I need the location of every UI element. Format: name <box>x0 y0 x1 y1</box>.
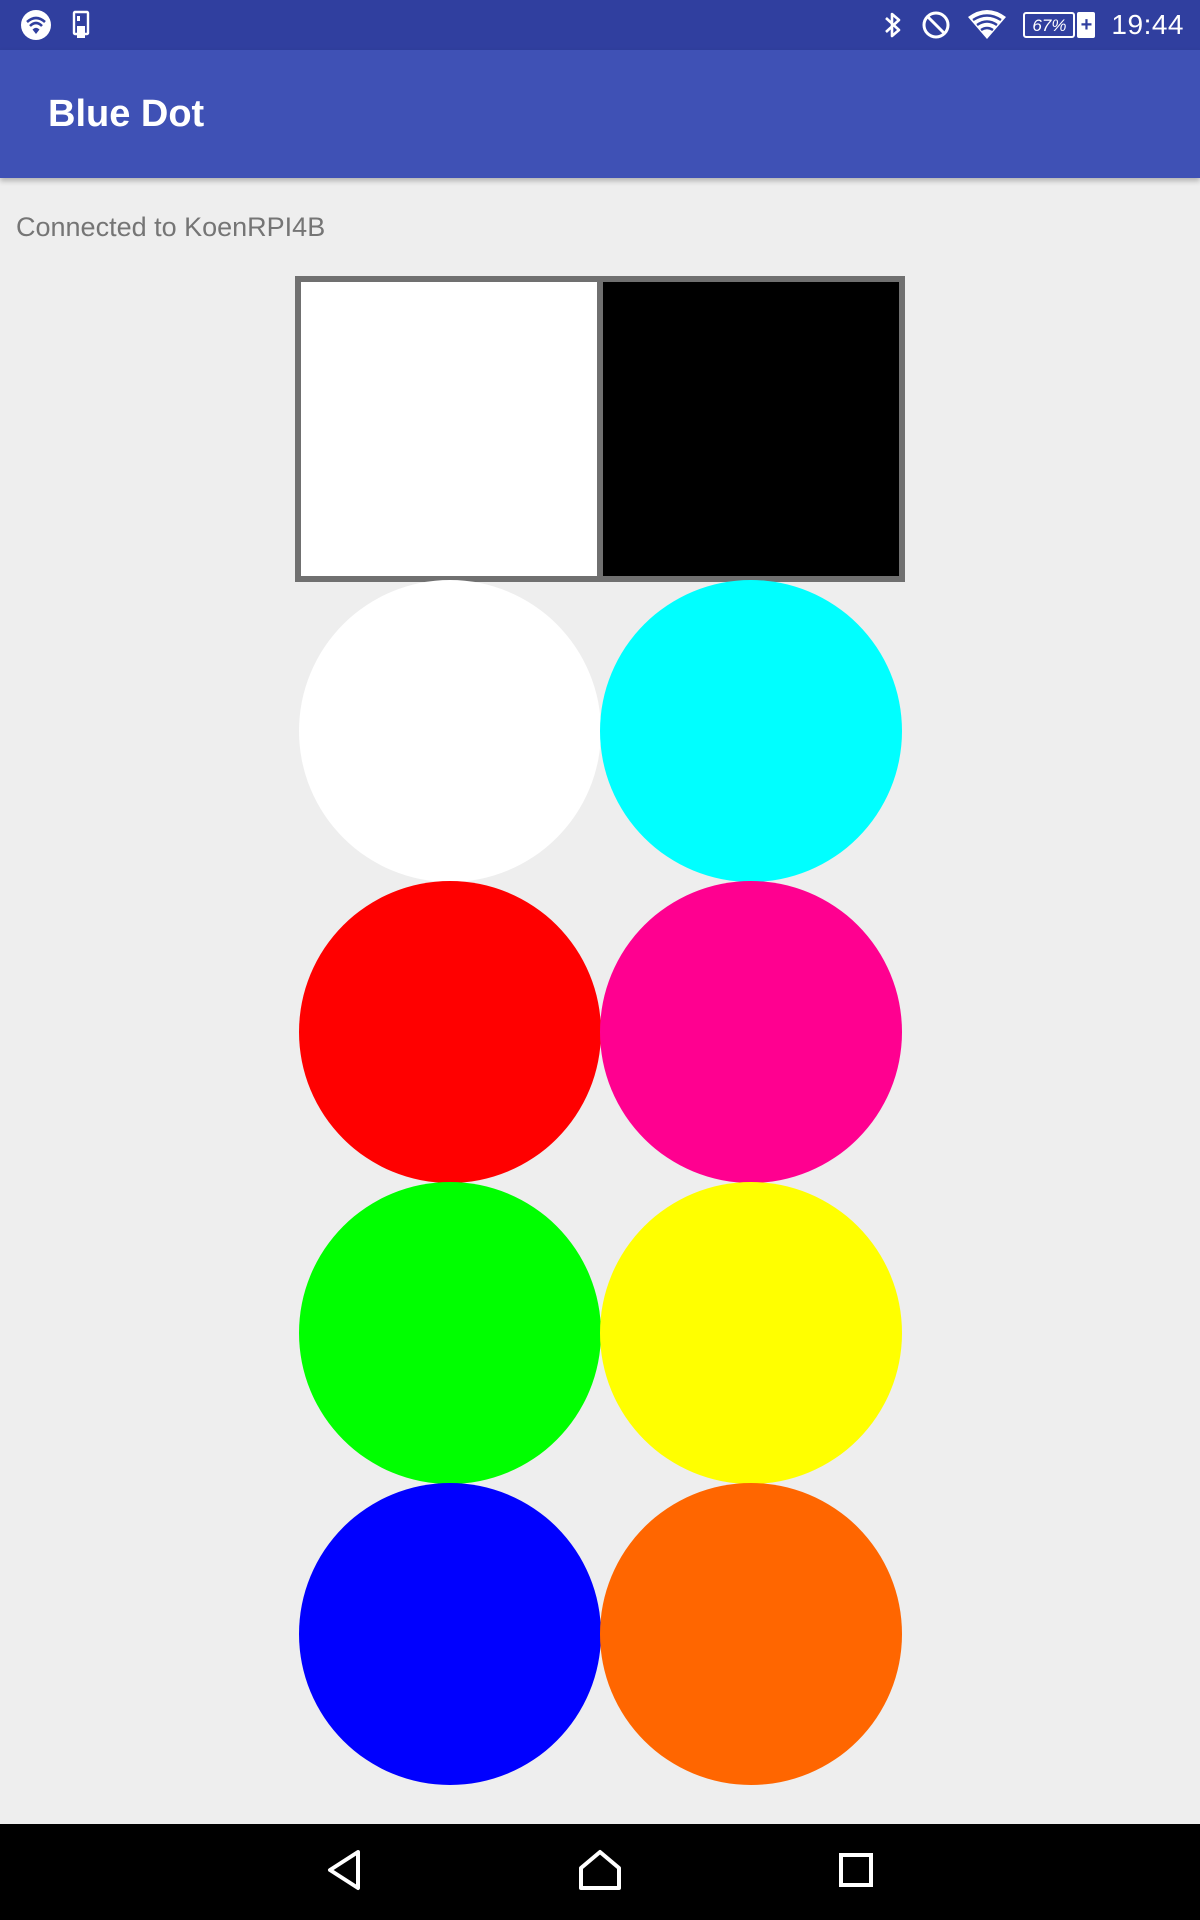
home-icon <box>577 1848 623 1897</box>
bluetooth-icon <box>881 9 905 41</box>
home-button[interactable] <box>572 1844 628 1900</box>
status-time: 19:44 <box>1111 9 1184 40</box>
sim-card-icon <box>70 10 92 40</box>
app-title: Blue Dot <box>48 93 205 135</box>
status-bar: 67% + 19:44 <box>0 0 1200 50</box>
wifi-hotspot-icon <box>20 9 52 41</box>
dot-white[interactable] <box>299 580 601 882</box>
navigation-bar <box>0 1824 1200 1920</box>
battery-body: 67% <box>1023 12 1076 38</box>
status-bar-right: 67% + 19:44 <box>881 0 1184 50</box>
recents-button[interactable] <box>828 1844 884 1900</box>
screen: 67% + 19:44 Blue Dot Connected to KoenRP… <box>0 0 1200 1920</box>
do-not-disturb-icon <box>921 10 951 40</box>
swatch-black[interactable] <box>603 282 899 576</box>
dot-magenta[interactable] <box>600 881 902 1183</box>
dot-blue[interactable] <box>299 1483 601 1785</box>
status-bar-left <box>20 9 92 41</box>
dot-cyan[interactable] <box>600 580 902 882</box>
dot-orange[interactable] <box>600 1483 902 1785</box>
back-icon <box>324 1848 364 1897</box>
color-swatch-frame <box>295 276 905 582</box>
swatch-white[interactable] <box>301 282 603 576</box>
wifi-icon <box>967 9 1007 41</box>
dot-red[interactable] <box>299 881 601 1183</box>
app-bar: Blue Dot <box>0 50 1200 178</box>
dot-yellow[interactable] <box>600 1182 902 1484</box>
dot-green[interactable] <box>299 1182 601 1484</box>
connection-status: Connected to KoenRPI4B <box>16 212 326 242</box>
charging-icon: + <box>1077 12 1096 38</box>
back-button[interactable] <box>316 1844 372 1900</box>
battery-percent: 67% <box>1032 15 1067 35</box>
recents-icon <box>836 1850 876 1895</box>
battery-icon: 67% + <box>1023 12 1096 38</box>
